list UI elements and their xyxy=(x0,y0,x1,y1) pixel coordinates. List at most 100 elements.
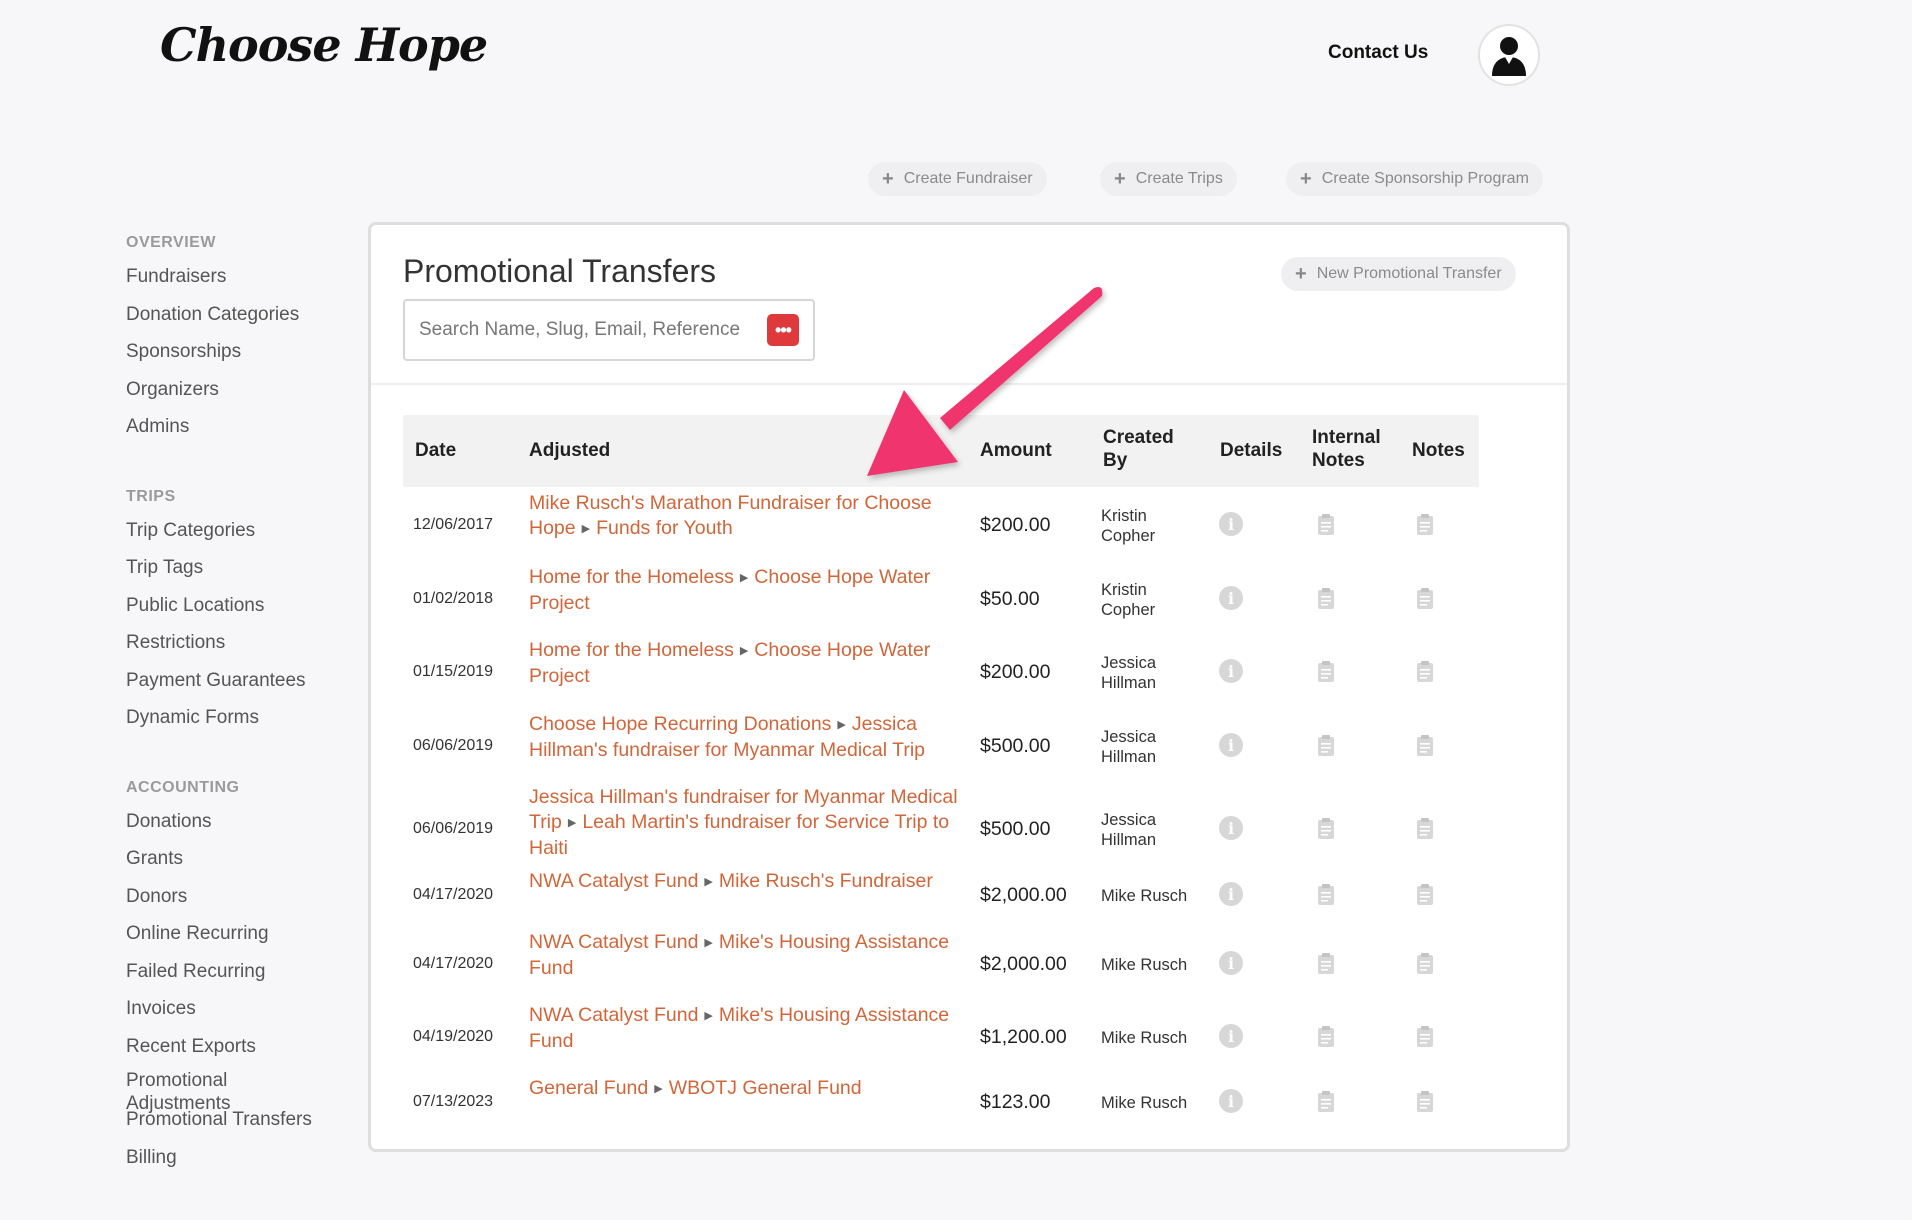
plus-icon: + xyxy=(882,168,894,190)
brand-logo[interactable]: Choose Hope xyxy=(160,18,488,72)
sidebar-item-donation-categories[interactable]: Donation Categories xyxy=(126,296,366,334)
internal-notes-icon[interactable] xyxy=(1317,587,1335,610)
sidebar-section-overview: OVERVIEW xyxy=(126,234,216,251)
sidebar-item-promotional-transfers[interactable]: Promotional Transfers xyxy=(126,1101,366,1139)
sidebar-item-online-recurring[interactable]: Online Recurring xyxy=(126,915,366,953)
sidebar-item-restrictions[interactable]: Restrictions xyxy=(126,624,366,662)
notes-icon[interactable] xyxy=(1416,587,1434,610)
cell-adjusted: Home for the Homeless ▶ Choose Hope Water … xyxy=(529,565,959,616)
sidebar-item-recent-exports[interactable]: Recent Exports xyxy=(126,1028,366,1066)
from-fund-link[interactable]: General Fund xyxy=(529,1077,648,1099)
sidebar-item-fundraisers[interactable]: Fundraisers xyxy=(126,258,366,296)
cell-created-by: Mike Rusch xyxy=(1101,956,1188,974)
arrow-right-icon: ▶ xyxy=(739,572,749,584)
from-fund-link[interactable]: Home for the Homeless xyxy=(529,639,734,661)
column-date[interactable]: Date xyxy=(415,439,456,462)
password-manager-icon[interactable]: ••• xyxy=(767,314,799,346)
cell-adjusted: Jessica Hillman's fundraiser for Myanmar… xyxy=(529,785,959,861)
sidebar-item-grants[interactable]: Grants xyxy=(126,840,366,878)
notes-icon[interactable] xyxy=(1416,513,1434,536)
notes-icon[interactable] xyxy=(1416,817,1434,840)
cell-amount: $500.00 xyxy=(980,818,1051,840)
to-fund-link[interactable]: Funds for Youth xyxy=(596,517,733,539)
internal-notes-icon[interactable] xyxy=(1317,513,1335,536)
sidebar-item-failed-recurring[interactable]: Failed Recurring xyxy=(126,953,366,991)
sidebar-item-invoices[interactable]: Invoices xyxy=(126,990,366,1028)
column-created-by[interactable]: Created By xyxy=(1103,426,1193,472)
from-fund-link[interactable]: NWA Catalyst Fund xyxy=(529,931,698,953)
from-fund-link[interactable]: Choose Hope Recurring Donations xyxy=(529,713,831,735)
info-icon[interactable]: i xyxy=(1219,1024,1243,1048)
search-input[interactable] xyxy=(419,319,767,341)
sidebar-item-sponsorships[interactable]: Sponsorships xyxy=(126,333,366,371)
internal-notes-icon[interactable] xyxy=(1317,660,1335,683)
column-amount[interactable]: Amount xyxy=(980,439,1052,462)
column-internal-notes: Internal Notes xyxy=(1312,427,1381,471)
info-icon[interactable]: i xyxy=(1219,659,1243,683)
internal-notes-icon[interactable] xyxy=(1317,1090,1335,1113)
cell-created-by: Kristin Copher xyxy=(1101,507,1156,545)
cell-date: 06/06/2019 xyxy=(413,820,494,837)
table-row: 01/15/2019 Home for the Homeless ▶ Choose H… xyxy=(403,638,1479,708)
table-row: 01/02/2018 Home for the Homeless ▶ Choose H… xyxy=(403,565,1479,635)
sidebar-item-admins[interactable]: Admins xyxy=(126,408,366,446)
sidebar-item-public-locations[interactable]: Public Locations xyxy=(126,587,366,625)
sidebar-item-donations[interactable]: Donations xyxy=(126,803,366,841)
from-fund-link[interactable]: NWA Catalyst Fund xyxy=(529,870,698,892)
info-icon[interactable]: i xyxy=(1219,512,1243,536)
arrow-right-icon: ▶ xyxy=(581,523,591,535)
cell-amount: $2,000.00 xyxy=(980,953,1067,975)
sidebar-item-organizers[interactable]: Organizers xyxy=(126,371,366,409)
sidebar-item-trip-tags[interactable]: Trip Tags xyxy=(126,549,366,587)
cell-adjusted: Choose Hope Recurring Donations ▶ Jessica … xyxy=(529,712,959,763)
info-icon[interactable]: i xyxy=(1219,586,1243,610)
arrow-right-icon: ▶ xyxy=(704,1010,713,1022)
notes-icon[interactable] xyxy=(1416,1025,1434,1048)
to-fund-link[interactable]: Leah Martin's fundraiser for Service Tri… xyxy=(529,811,949,859)
table-row: 07/13/2023 General Fund ▶ WBOTJ General Fun… xyxy=(403,1076,1479,1130)
user-avatar-icon[interactable] xyxy=(1478,24,1540,86)
create-trips-button[interactable]: + Create Trips xyxy=(1100,162,1237,196)
notes-icon[interactable] xyxy=(1416,952,1434,975)
contact-us-link[interactable]: Contact Us xyxy=(1328,42,1428,64)
cell-date: 12/06/2017 xyxy=(413,516,494,533)
info-icon[interactable]: i xyxy=(1219,733,1243,757)
column-adjusted[interactable]: Adjusted xyxy=(529,439,610,462)
cell-created-by: Jessica Hillman xyxy=(1101,654,1157,692)
cell-date: 04/17/2020 xyxy=(413,886,494,903)
sidebar-item-dynamic-forms[interactable]: Dynamic Forms xyxy=(126,699,366,737)
sidebar-item-payment-guarantees[interactable]: Payment Guarantees xyxy=(126,662,366,700)
info-icon[interactable]: i xyxy=(1219,816,1243,840)
info-icon[interactable]: i xyxy=(1219,882,1243,906)
create-sponsorship-program-button[interactable]: + Create Sponsorship Program xyxy=(1286,162,1543,196)
cell-created-by: Kristin Copher xyxy=(1101,581,1156,619)
sidebar-item-donors[interactable]: Donors xyxy=(126,878,366,916)
notes-icon[interactable] xyxy=(1416,734,1434,757)
from-fund-link[interactable]: NWA Catalyst Fund xyxy=(529,1004,698,1026)
column-details: Details xyxy=(1220,440,1283,461)
cell-amount: $123.00 xyxy=(980,1091,1051,1113)
table-row: 04/19/2020 NWA Catalyst Fund ▶ Mike's Housi… xyxy=(403,1003,1479,1073)
cell-amount: $1,200.00 xyxy=(980,1026,1067,1048)
internal-notes-icon[interactable] xyxy=(1317,1025,1335,1048)
to-fund-link[interactable]: WBOTJ General Fund xyxy=(669,1077,862,1099)
notes-icon[interactable] xyxy=(1416,883,1434,906)
from-fund-link[interactable]: Home for the Homeless xyxy=(529,566,734,588)
sidebar-item-trip-categories[interactable]: Trip Categories xyxy=(126,512,366,550)
cell-date: 04/19/2020 xyxy=(413,1028,494,1045)
table-row: 04/17/2020 NWA Catalyst Fund ▶ Mike's Housi… xyxy=(403,930,1479,1000)
search-box: ••• xyxy=(403,299,815,361)
to-fund-link[interactable]: Mike Rusch's Fundraiser xyxy=(719,870,933,892)
internal-notes-icon[interactable] xyxy=(1317,734,1335,757)
internal-notes-icon[interactable] xyxy=(1317,952,1335,975)
internal-notes-icon[interactable] xyxy=(1317,817,1335,840)
notes-icon[interactable] xyxy=(1416,1090,1434,1113)
notes-icon[interactable] xyxy=(1416,660,1434,683)
info-icon[interactable]: i xyxy=(1219,1089,1243,1113)
internal-notes-icon[interactable] xyxy=(1317,883,1335,906)
create-fundraiser-button[interactable]: + Create Fundraiser xyxy=(868,162,1047,196)
cell-adjusted: NWA Catalyst Fund ▶ Mike Rusch's Fundraise… xyxy=(529,869,959,895)
new-promotional-transfer-button[interactable]: + New Promotional Transfer xyxy=(1281,257,1516,291)
sidebar-item-billing[interactable]: Billing xyxy=(126,1139,366,1177)
info-icon[interactable]: i xyxy=(1219,951,1243,975)
